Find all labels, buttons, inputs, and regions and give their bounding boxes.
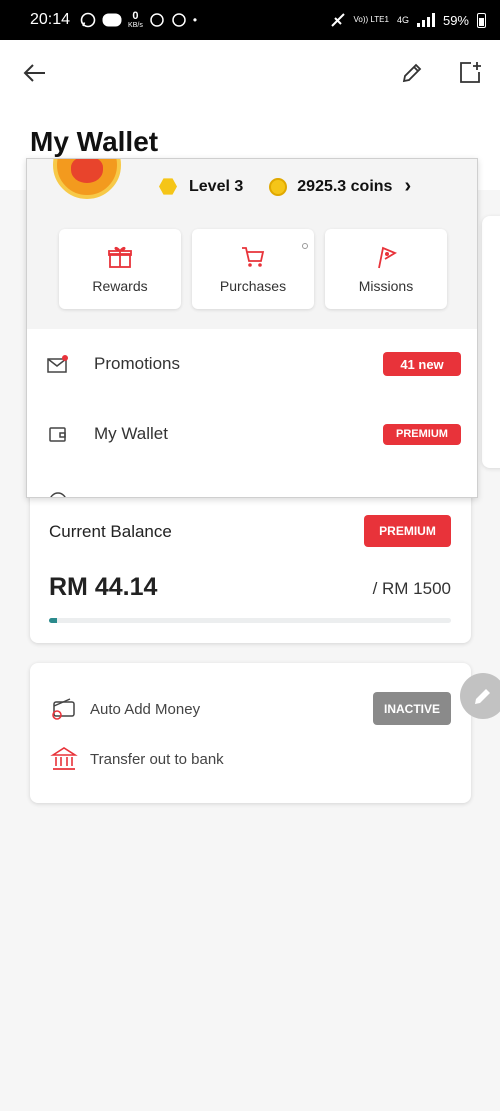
wallet-icon <box>49 427 66 442</box>
balance-progress-fill <box>49 618 58 623</box>
system-icons: Vo)) LTE1 4G 59% <box>330 12 486 28</box>
back-button[interactable] <box>20 58 50 88</box>
flag-icon <box>378 246 397 269</box>
data-speed: 0 <box>132 10 139 22</box>
coins-label: 2925.3 coins <box>297 177 393 195</box>
balance-card: Current Balance PREMIUM RM 44.14 / RM 15… <box>30 480 471 643</box>
sync-icon <box>150 13 164 27</box>
indicator-dot <box>302 243 308 249</box>
auto-add-wallet-icon <box>52 698 75 720</box>
premium-badge: PREMIUM <box>383 423 461 445</box>
premium-badge[interactable]: PREMIUM <box>364 515 451 547</box>
page-title: My Wallet <box>30 126 159 157</box>
tile-rewards[interactable]: Rewards <box>59 229 181 309</box>
network-type: 4G <box>396 15 409 25</box>
balance-limit: / RM 1500 <box>372 579 451 598</box>
avatar[interactable] <box>53 159 121 199</box>
transfer-to-bank-label: Transfer out to bank <box>90 750 224 768</box>
menu-item-label: My Wallet <box>94 424 168 443</box>
battery-icon <box>477 12 486 28</box>
edit-button[interactable] <box>397 58 427 88</box>
mail-icon <box>47 355 68 373</box>
status-bar: 20:14 0 KB/s • Vo)) LTE1 4G 59% <box>0 0 500 40</box>
tile-label: Purchases <box>219 278 287 294</box>
tile-missions[interactable]: Missions <box>325 229 447 309</box>
pencil-icon <box>475 689 490 704</box>
back-arrow-icon <box>23 64 45 82</box>
tile-label: Rewards <box>92 278 148 294</box>
level-label: Level 3 <box>189 177 244 195</box>
mute-icon <box>330 13 345 27</box>
balance-amount: RM 44.14 <box>49 573 158 601</box>
add-button[interactable] <box>455 58 485 88</box>
pay-icon <box>102 13 122 27</box>
sync-icon <box>172 13 186 27</box>
signal-icon <box>416 13 435 27</box>
side-card <box>482 216 500 468</box>
status-time: 20:14 <box>30 11 71 28</box>
auto-add-money-label: Auto Add Money <box>90 700 201 718</box>
transfer-to-bank-row[interactable]: Transfer out to bank <box>30 741 471 777</box>
network-label: Vo)) LTE1 <box>353 15 389 24</box>
cart-icon <box>242 247 265 267</box>
coin-icon <box>269 177 288 196</box>
tile-purchases[interactable]: Purchases <box>192 229 314 309</box>
level-coins-row[interactable]: Level 3 2925.3 coins › <box>159 175 411 198</box>
menu-item-my-wallet[interactable]: My Wallet PREMIUM <box>27 414 477 454</box>
menu-next-item-icon <box>50 492 66 497</box>
whatsapp-icon <box>80 12 96 28</box>
gift-icon <box>108 246 132 268</box>
popup-menu: Promotions 41 new My Wallet PREMIUM <box>27 329 477 497</box>
menu-item-promotions[interactable]: Promotions 41 new <box>27 344 477 384</box>
battery-percent: 59% <box>442 12 469 28</box>
add-box-icon <box>460 62 481 83</box>
current-balance-label: Current Balance <box>49 522 172 541</box>
data-speed-unit: KB/s <box>128 22 143 29</box>
bank-icon <box>50 747 78 770</box>
more-dot-icon: • <box>192 13 198 27</box>
floating-edit-button[interactable] <box>460 673 500 719</box>
level-hex-icon <box>159 178 177 195</box>
quick-tiles: Rewards Purchases Missions <box>59 229 447 309</box>
menu-item-label: Promotions <box>94 354 180 373</box>
options-card: Auto Add Money INACTIVE Transfer out to … <box>30 663 471 803</box>
tile-label: Missions <box>358 278 414 294</box>
chevron-right-icon: › <box>404 175 412 197</box>
inactive-badge[interactable]: INACTIVE <box>373 692 451 725</box>
pencil-icon <box>402 63 422 83</box>
notification-icons: 0 KB/s • <box>80 11 197 29</box>
balance-progress-bar <box>49 618 451 623</box>
profile-popup: Level 3 2925.3 coins › Rewards Purchases… <box>26 158 478 498</box>
new-count-badge: 41 new <box>383 352 461 376</box>
